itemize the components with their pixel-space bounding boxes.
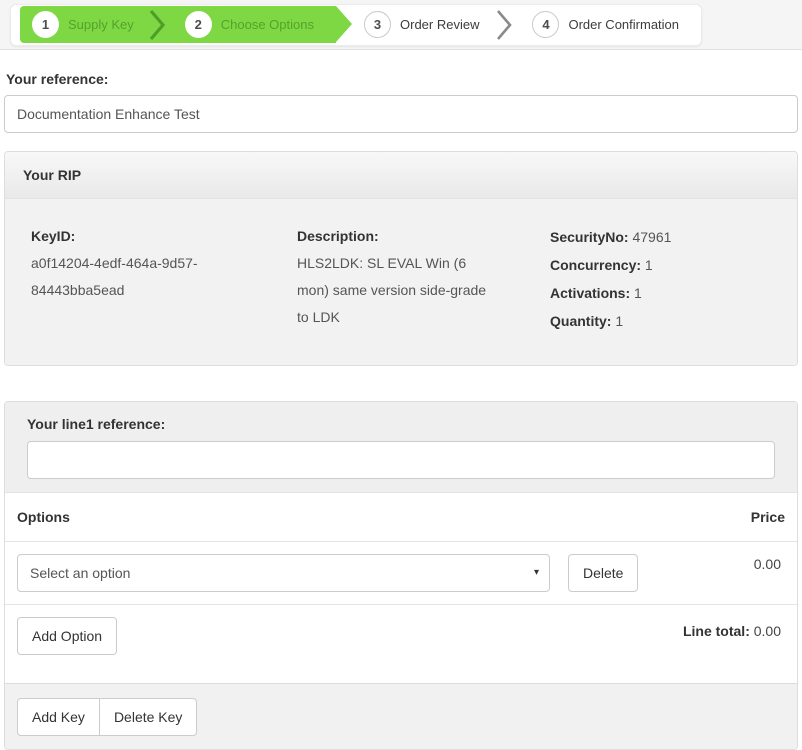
- concurrency-row: Concurrency: 1: [550, 251, 771, 279]
- option-select[interactable]: Select an option ▾: [17, 554, 550, 592]
- description-value: HLS2LDK: SL EVAL Win (6 mon) same versio…: [297, 250, 489, 331]
- chevron-right-icon: [496, 9, 513, 41]
- option-select-value: Select an option: [30, 565, 130, 581]
- keyid-value: a0f14204-4edf-464a-9d57-84443bba5ead: [31, 250, 271, 304]
- activations-label: Activations:: [550, 285, 630, 301]
- key-actions-footer: Add Key Delete Key: [5, 683, 797, 749]
- step-order-review[interactable]: 3 Order Review: [364, 11, 479, 38]
- quantity-value: 1: [615, 313, 623, 329]
- delete-option-button[interactable]: Delete: [568, 554, 638, 592]
- step-label: Choose Options: [221, 17, 314, 32]
- wizard-strip: 1 Supply Key 2 Choose Options 3 Order Re…: [0, 0, 802, 50]
- line-panel: Your line1 reference: Options Price Sele…: [4, 401, 798, 750]
- securityno-row: SecurityNo: 47961: [550, 223, 771, 251]
- line-total: Line total: 0.00: [683, 617, 785, 639]
- rip-panel-title: Your RIP: [5, 152, 797, 199]
- add-option-row: Add Option Line total: 0.00: [5, 605, 797, 683]
- your-reference-input[interactable]: [4, 95, 798, 133]
- step-order-confirmation[interactable]: 4 Order Confirmation: [532, 11, 679, 38]
- step-label: Order Confirmation: [568, 17, 679, 32]
- concurrency-value: 1: [645, 257, 653, 273]
- line1-reference-input[interactable]: [27, 441, 775, 479]
- rip-panel-body: KeyID: a0f14204-4edf-464a-9d57-84443bba5…: [5, 199, 797, 365]
- step-supply-key[interactable]: 1 Supply Key: [32, 11, 134, 38]
- wizard-stepper: 1 Supply Key 2 Choose Options 3 Order Re…: [10, 4, 702, 46]
- active-steps-arrow: [336, 6, 352, 42]
- options-header: Options: [17, 509, 70, 525]
- delete-key-button[interactable]: Delete Key: [99, 698, 197, 736]
- step-label: Supply Key: [68, 17, 134, 32]
- options-header-row: Options Price: [5, 493, 797, 542]
- key-details-column: SecurityNo: 47961 Concurrency: 1 Activat…: [550, 223, 771, 335]
- line-total-value: 0.00: [754, 623, 781, 639]
- option-row: Select an option ▾ Delete 0.00: [5, 542, 797, 605]
- description-label: Description:: [297, 223, 524, 250]
- step-number-badge: 3: [364, 11, 391, 38]
- your-reference-label: Your reference:: [6, 71, 798, 87]
- securityno-label: SecurityNo:: [550, 229, 629, 245]
- quantity-label: Quantity:: [550, 313, 611, 329]
- line-total-label: Line total:: [683, 623, 750, 639]
- step-number-badge: 4: [532, 11, 559, 38]
- line1-reference-label: Your line1 reference:: [27, 416, 775, 432]
- chevron-right-icon: [149, 9, 166, 41]
- line-panel-heading: Your line1 reference:: [5, 402, 797, 493]
- option-price: 0.00: [754, 556, 785, 572]
- price-header: Price: [751, 509, 785, 525]
- step-choose-options[interactable]: 2 Choose Options: [185, 11, 314, 38]
- step-label: Order Review: [400, 17, 479, 32]
- concurrency-label: Concurrency:: [550, 257, 641, 273]
- add-option-button[interactable]: Add Option: [17, 617, 117, 655]
- active-steps-group: 1 Supply Key 2 Choose Options: [20, 6, 336, 43]
- add-key-button[interactable]: Add Key: [17, 698, 100, 736]
- rip-panel: Your RIP KeyID: a0f14204-4edf-464a-9d57-…: [4, 151, 798, 366]
- step-number-badge: 2: [185, 11, 212, 38]
- securityno-value: 47961: [632, 229, 671, 245]
- select-caret-icon: ▾: [534, 567, 539, 578]
- keyid-column: KeyID: a0f14204-4edf-464a-9d57-84443bba5…: [31, 223, 271, 335]
- activations-value: 1: [634, 285, 642, 301]
- quantity-row: Quantity: 1: [550, 307, 771, 335]
- description-column: Description: HLS2LDK: SL EVAL Win (6 mon…: [297, 223, 524, 335]
- keyid-label: KeyID:: [31, 223, 271, 250]
- activations-row: Activations: 1: [550, 279, 771, 307]
- step-number-badge: 1: [32, 11, 59, 38]
